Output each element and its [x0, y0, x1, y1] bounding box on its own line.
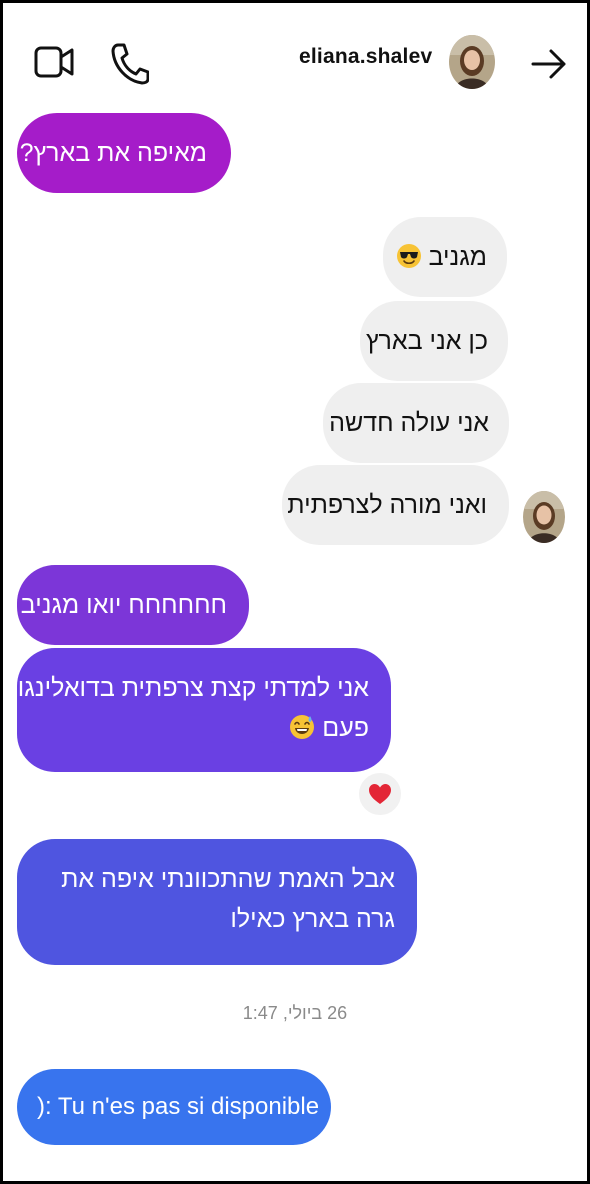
message-timestamp: 26 ביולי, 1:47	[242, 1003, 348, 1023]
message-text: מגניב	[428, 243, 487, 271]
message-bubble[interactable]: מאיפה את בארץ?	[17, 113, 231, 193]
message-bubble[interactable]: אבל האמת שהתכוונתי איפה את גרה בארץ כאיל…	[17, 839, 417, 965]
message-bubble[interactable]: אני עולה חדשה	[323, 383, 509, 463]
message-text: אבל האמת שהתכוונתי איפה את גרה בארץ כאיל…	[61, 865, 395, 933]
message-text: ): Tu n'es pas si disponible	[37, 1093, 320, 1120]
profile-avatar[interactable]	[449, 35, 495, 89]
chat-username[interactable]: eliana.shalev	[299, 45, 432, 69]
chat-screen: eliana.shalev מאיפה את בארץ? מגניב כן אנ…	[0, 0, 590, 1184]
video-camera-icon[interactable]	[33, 43, 75, 81]
message-text: מאיפה את בארץ?	[19, 139, 207, 167]
message-bubble[interactable]: חחחחחח יואו מגניב	[17, 565, 249, 645]
message-bubble[interactable]: כן אני בארץ	[360, 301, 508, 381]
smiling-face-with-sunglasses-icon	[396, 244, 421, 268]
message-bubble[interactable]: ואני מורה לצרפתית	[282, 465, 509, 545]
message-text: חחחחחח יואו מגניב	[20, 591, 227, 619]
arrow-right-icon[interactable]	[529, 47, 569, 81]
phone-icon[interactable]	[109, 41, 149, 85]
message-text: אני למדתי קצת צרפתית בדואלינגו פעם	[17, 674, 369, 742]
grinning-face-with-sweat-icon	[290, 715, 315, 739]
sender-avatar[interactable]	[523, 491, 565, 543]
chat-header: eliana.shalev	[3, 3, 587, 113]
red-heart-icon	[369, 784, 391, 804]
reaction-badge[interactable]	[357, 771, 403, 817]
message-bubble[interactable]: אני למדתי קצת צרפתית בדואלינגו פעם	[17, 648, 391, 772]
message-bubble[interactable]: ): Tu n'es pas si disponible	[17, 1069, 331, 1145]
message-text: כן אני בארץ	[365, 327, 488, 355]
message-text: אני עולה חדשה	[329, 409, 489, 437]
message-text: ואני מורה לצרפתית	[287, 491, 487, 519]
message-bubble[interactable]: מגניב	[383, 217, 507, 297]
